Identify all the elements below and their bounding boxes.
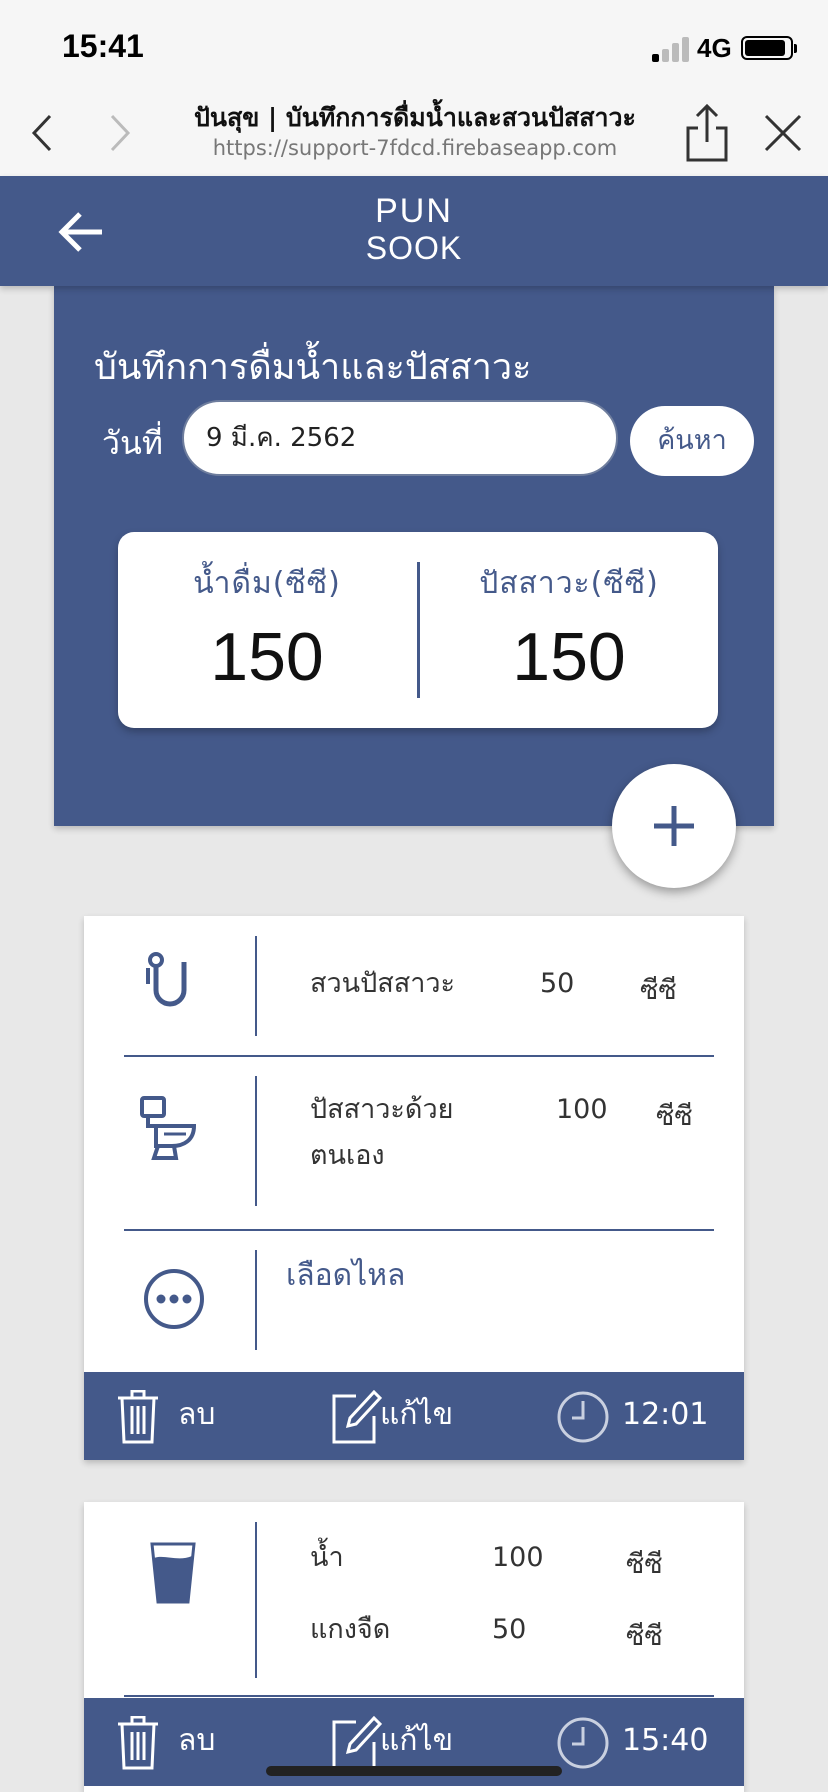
record-card: สวนปัสสาวะ 50 ซีซี ปัสสาวะด้วย ตนเอง 100…: [84, 916, 744, 1460]
record-entry-group: น้ำ 100 ซีซี แกงจืด 50 ซีซี: [84, 1522, 744, 1678]
page-url[interactable]: https://support-7fdcd.firebaseapp.com: [170, 136, 660, 160]
entry-name: แกงจืด: [310, 1614, 391, 1645]
record-card: น้ำ 100 ซีซี แกงจืด 50 ซีซี ลบ แก้ไข 15:…: [84, 1502, 744, 1792]
back-arrow-icon[interactable]: [56, 210, 106, 254]
clock-icon: [557, 1717, 609, 1769]
entry-unit: ซีซี: [656, 1101, 693, 1132]
entry-amount: 100: [556, 1094, 608, 1125]
time-label: 15:40: [622, 1723, 709, 1758]
summary-panel: บันทึกการดื่มน้ำและปัสสาวะ วันที่ 9 มี.ค…: [54, 286, 774, 826]
delete-label: ลบ: [178, 1723, 216, 1758]
urine-total-column: ปัสสาวะ(ซีซี) 150: [420, 532, 718, 728]
share-icon[interactable]: [680, 102, 734, 164]
entry-amount: 50: [540, 968, 575, 999]
row-separator: [124, 1695, 714, 1697]
row-divider: [255, 1076, 257, 1206]
delete-button[interactable]: ลบ: [116, 1390, 226, 1444]
battery-icon: [741, 36, 797, 60]
entry-unit: ซีซี: [626, 1621, 663, 1652]
delete-button[interactable]: ลบ: [116, 1716, 226, 1770]
plus-icon: [654, 806, 694, 846]
summary-heading: บันทึกการดื่มน้ำและปัสสาวะ: [94, 347, 532, 388]
browser-bar: ปันสุข | บันทึกการดื่มน้ำและสวนปัสสาวะ h…: [0, 92, 828, 177]
edit-icon: [332, 1716, 382, 1770]
page-title: ปันสุข | บันทึกการดื่มน้ำและสวนปัสสาวะ: [193, 103, 636, 132]
status-bar: 15:41 4G: [0, 0, 828, 92]
trash-icon: [118, 1716, 158, 1770]
date-label: วันที่: [102, 424, 163, 462]
signal-icon: [652, 36, 692, 62]
row-divider: [255, 936, 257, 1036]
entry-name: สวนปัสสาวะ: [310, 968, 456, 999]
row-separator: [124, 1229, 714, 1231]
row-separator: [124, 1055, 714, 1057]
record-action-bar: ลบ แก้ไข 12:01: [84, 1372, 744, 1460]
date-field[interactable]: 9 มี.ค. 2562: [182, 400, 618, 476]
record-note: เลือดไหล: [84, 1250, 744, 1350]
logo-text-top: PUN: [375, 192, 453, 230]
edit-button[interactable]: แก้ไข: [330, 1716, 480, 1770]
edit-label: แก้ไข: [380, 1723, 454, 1758]
toilet-icon: [140, 1096, 197, 1160]
entry-name: น้ำ: [310, 1542, 344, 1573]
water-glass-icon: [150, 1542, 196, 1604]
entry-unit: ซีซี: [626, 1549, 663, 1580]
note-text: เลือดไหล: [286, 1258, 406, 1293]
time-display: 12:01: [556, 1390, 726, 1444]
add-record-button[interactable]: [612, 764, 736, 888]
entry-amount: 50: [492, 1614, 527, 1645]
urine-total-value: 150: [512, 619, 626, 695]
clock-icon: [557, 1391, 609, 1443]
record-entry: ปัสสาวะด้วย ตนเอง 100 ซีซี: [84, 1076, 744, 1206]
edit-icon: [332, 1390, 382, 1444]
punsook-logo: PUN SOOK: [364, 192, 464, 276]
more-icon: [144, 1269, 204, 1329]
search-button[interactable]: ค้นหา: [630, 406, 754, 476]
row-divider: [255, 1522, 257, 1678]
catheter-icon: [146, 952, 187, 1007]
drink-total-column: น้ำดื่ม(ซีซี) 150: [118, 532, 416, 728]
logo-text-bottom: SOOK: [365, 230, 463, 266]
entry-name-line2: ตนเอง: [310, 1140, 385, 1171]
drink-total-label: น้ำดื่ม(ซีซี): [193, 566, 341, 601]
trash-icon: [118, 1390, 158, 1444]
totals-card: น้ำดื่ม(ซีซี) 150 ปัสสาวะ(ซีซี) 150: [118, 532, 718, 728]
record-entry: สวนปัสสาวะ 50 ซีซี: [84, 936, 744, 1046]
row-divider: [255, 1250, 257, 1350]
time-label: 12:01: [622, 1397, 709, 1432]
entry-name-line1: ปัสสาวะด้วย: [310, 1094, 454, 1125]
forward-arrow-icon[interactable]: [92, 108, 142, 158]
delete-label: ลบ: [178, 1397, 216, 1432]
close-icon[interactable]: [758, 108, 808, 158]
status-time: 15:41: [62, 28, 144, 64]
edit-label: แก้ไข: [380, 1397, 454, 1432]
edit-button[interactable]: แก้ไข: [330, 1390, 480, 1444]
network-label: 4G: [697, 33, 732, 63]
app-header: PUN SOOK: [0, 176, 828, 286]
entry-unit: ซีซี: [640, 975, 677, 1006]
back-arrow-icon[interactable]: [20, 108, 70, 158]
urine-total-label: ปัสสาวะ(ซีซี): [479, 566, 659, 601]
drink-total-value: 150: [210, 619, 324, 695]
home-indicator[interactable]: [266, 1766, 562, 1776]
entry-amount: 100: [492, 1542, 544, 1573]
time-display: 15:40: [556, 1716, 726, 1770]
